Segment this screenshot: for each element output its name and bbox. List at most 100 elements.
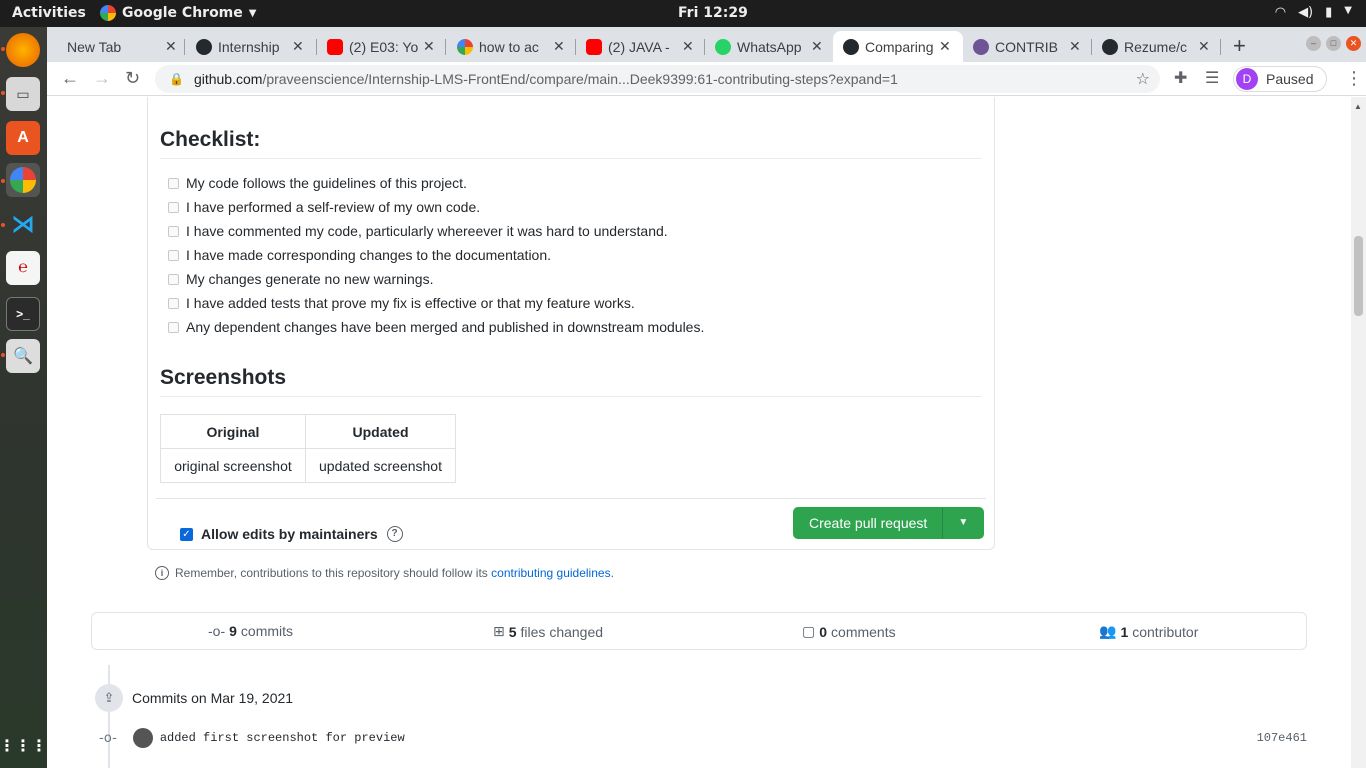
close-icon[interactable]: ✕	[1069, 38, 1081, 55]
activities-button[interactable]: Activities	[12, 5, 86, 21]
checklist-heading: Checklist:	[160, 128, 261, 151]
close-icon[interactable]: ✕	[1198, 38, 1210, 55]
tab-whatsapp[interactable]: WhatsApp ✕	[705, 31, 833, 62]
document-viewer-icon[interactable]: ℮	[6, 251, 40, 285]
contributing-guidelines-link[interactable]: contributing guidelines	[491, 566, 610, 580]
tab-google-search[interactable]: how to ac ✕	[447, 31, 576, 62]
allow-edits-checkbox[interactable]: ✓ Allow edits by maintainers ?	[180, 526, 403, 542]
image-viewer-icon[interactable]: 🔍	[6, 339, 40, 373]
close-window-button[interactable]: ✕	[1346, 36, 1361, 51]
chevron-down-icon: ▼	[248, 7, 257, 19]
close-icon[interactable]: ✕	[292, 38, 304, 55]
vscode-icon[interactable]: ⋊	[6, 207, 40, 241]
checkbox[interactable]	[168, 225, 179, 237]
forward-button[interactable]: →	[93, 68, 111, 89]
contributors-label: contributor	[1132, 623, 1199, 640]
running-indicator	[1, 179, 5, 183]
close-icon[interactable]: ✕	[423, 38, 435, 55]
chrome-menu-icon[interactable]: ⋮	[1345, 68, 1363, 89]
bookmark-star-icon[interactable]: ☆	[1136, 69, 1150, 89]
scroll-up-arrow-icon[interactable]: ▲	[1354, 102, 1362, 111]
new-tab-button[interactable]: +	[1233, 33, 1246, 59]
allow-edits-label: Allow edits by maintainers	[201, 526, 378, 542]
checklist-item[interactable]: My changes generate no new warnings.	[168, 271, 433, 287]
show-apps-icon[interactable]: ⋮⋮⋮	[0, 729, 47, 763]
close-icon[interactable]: ✕	[939, 38, 951, 55]
tab-internship[interactable]: Internship ✕	[186, 31, 317, 62]
scrollbar-thumb[interactable]	[1354, 236, 1363, 316]
tab-contributing[interactable]: CONTRIB ✕	[963, 31, 1092, 62]
page-scrollbar[interactable]: ▲	[1351, 97, 1366, 768]
tab-label: New Tab	[67, 38, 122, 55]
reload-button[interactable]: ↻	[125, 68, 140, 89]
running-indicator	[1, 47, 5, 51]
close-icon[interactable]: ✕	[811, 38, 823, 55]
system-tray[interactable]: ◠ ◀) ▮ ▼	[1275, 5, 1352, 20]
commit-message-link[interactable]: added first screenshot for preview	[160, 731, 405, 745]
checkbox[interactable]	[168, 249, 179, 261]
minimize-window-button[interactable]: –	[1306, 36, 1321, 51]
browser-toolbar: ← → ↻ 🔒 github.com/praveenscience/Intern…	[47, 62, 1366, 96]
github-icon	[843, 38, 859, 55]
comments-count: 0	[819, 623, 828, 640]
commits-date-group: ⇪ Commits on Mar 19, 2021	[95, 684, 293, 712]
commits-label: commits	[240, 623, 294, 639]
commits-tab[interactable]: -o- 9 commits	[208, 623, 293, 639]
chrome-dock-icon[interactable]	[6, 163, 40, 197]
avatar[interactable]	[132, 728, 153, 748]
tab-rezume[interactable]: Rezume/c ✕	[1092, 31, 1221, 62]
files-icon[interactable]: ▭	[6, 77, 40, 111]
commit-row: -o- added first screenshot for preview 1…	[99, 726, 1307, 750]
close-icon[interactable]: ✕	[682, 38, 694, 55]
checkbox[interactable]	[168, 177, 179, 189]
repo-push-icon: ⇪	[95, 684, 123, 712]
checklist-item[interactable]: I have added tests that prove my fix is …	[168, 295, 635, 311]
url-host: github.com	[193, 71, 263, 87]
comments-tab[interactable]: ▢ 0 comments	[802, 623, 896, 640]
info-icon: i	[155, 566, 169, 580]
app-menu[interactable]: Google Chrome ▼	[100, 5, 256, 21]
checklist-item-label: Any dependent changes have been merged a…	[186, 319, 705, 335]
checklist-item[interactable]: Any dependent changes have been merged a…	[168, 319, 704, 335]
tab-comparing-active[interactable]: Comparing ✕	[833, 31, 963, 62]
checklist-item-label: I have commented my code, particularly w…	[186, 223, 668, 239]
media-queue-icon[interactable]: ☰	[1205, 68, 1219, 88]
chevron-down-icon[interactable]: ▼	[943, 508, 983, 538]
github-compare-page: Checklist: My code follows the guideline…	[47, 97, 1351, 768]
firefox-icon[interactable]	[6, 33, 40, 67]
question-icon[interactable]: ?	[386, 526, 403, 542]
volume-icon: ◀)	[1298, 5, 1314, 20]
checkmark-icon[interactable]: ✓	[180, 527, 193, 541]
files-label: files changed	[520, 623, 604, 640]
checkbox[interactable]	[168, 273, 179, 285]
os-top-bar: Activities Google Chrome ▼ Fri 12:29 ◠ ◀…	[0, 0, 1366, 27]
close-icon[interactable]: ✕	[553, 38, 565, 55]
profile-button[interactable]: D Paused	[1233, 66, 1327, 92]
software-center-icon[interactable]: A	[6, 121, 40, 155]
files-changed-tab[interactable]: ⊞ 5 files changed	[493, 623, 603, 640]
commit-sha-link[interactable]: 107e461	[1257, 731, 1307, 745]
checkbox[interactable]	[168, 201, 179, 213]
create-pull-request-button[interactable]: Create pull request	[794, 508, 944, 538]
close-icon[interactable]: ✕	[165, 38, 177, 55]
terminal-icon[interactable]: >_	[6, 297, 40, 331]
checkbox[interactable]	[168, 297, 179, 309]
tab-youtube-java[interactable]: (2) JAVA - ✕	[576, 31, 705, 62]
clock[interactable]: Fri 12:29	[678, 5, 748, 21]
tab-youtube-e03[interactable]: (2) E03: Yo ✕	[317, 31, 446, 62]
address-bar[interactable]: 🔒 github.com/praveenscience/Internship-L…	[155, 65, 1160, 93]
wifi-icon: ◠	[1274, 5, 1287, 20]
url-path: /praveenscience/Internship-LMS-FrontEnd/…	[262, 71, 898, 87]
checklist-item[interactable]: My code follows the guidelines of this p…	[168, 175, 467, 191]
checklist-item[interactable]: I have performed a self-review of my own…	[168, 199, 480, 215]
checklist-item[interactable]: I have commented my code, particularly w…	[168, 223, 668, 239]
checkbox[interactable]	[168, 321, 179, 333]
extensions-puzzle-icon[interactable]: ✚	[1174, 68, 1187, 88]
contributors-tab[interactable]: 👥 1 contributor	[1099, 623, 1198, 640]
maximize-window-button[interactable]: □	[1326, 36, 1341, 51]
table-header: Original	[160, 414, 306, 449]
checklist-item[interactable]: I have made corresponding changes to the…	[168, 247, 551, 263]
back-button[interactable]: ←	[61, 68, 79, 89]
tab-new-tab[interactable]: New Tab ✕	[57, 31, 185, 62]
commit-icon: -o-	[208, 623, 226, 639]
